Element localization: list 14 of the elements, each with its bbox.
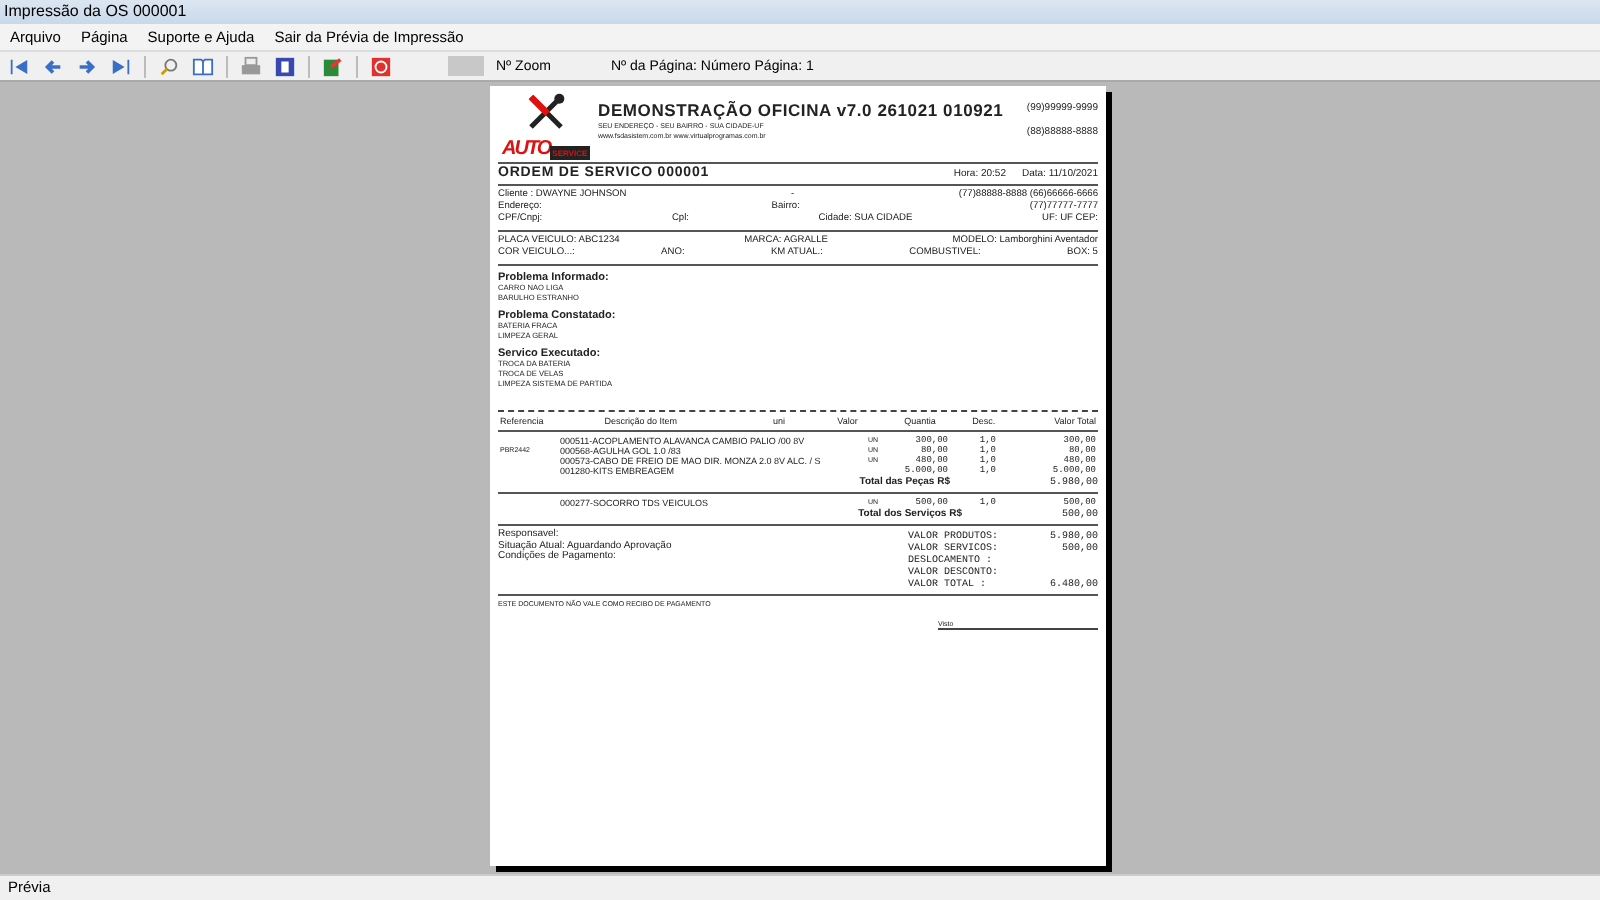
crossed-tools-icon xyxy=(526,92,566,132)
window-title: Impressão da OS 000001 xyxy=(0,0,1600,24)
book-icon[interactable] xyxy=(192,55,214,77)
company-name: DEMONSTRAÇÃO OFICINA v7.0 261021 010921 xyxy=(598,100,1006,120)
next-arrow-icon[interactable] xyxy=(76,55,98,77)
last-page-icon[interactable] xyxy=(110,55,132,77)
close-icon[interactable] xyxy=(370,55,392,77)
zoom-field[interactable] xyxy=(448,56,484,76)
page-setup-icon[interactable] xyxy=(274,55,296,77)
printer-icon[interactable] xyxy=(240,55,262,77)
previous-arrow-icon[interactable] xyxy=(42,55,64,77)
search-icon[interactable] xyxy=(158,55,180,77)
first-page-icon[interactable] xyxy=(8,55,30,77)
export-icon[interactable] xyxy=(322,55,344,77)
